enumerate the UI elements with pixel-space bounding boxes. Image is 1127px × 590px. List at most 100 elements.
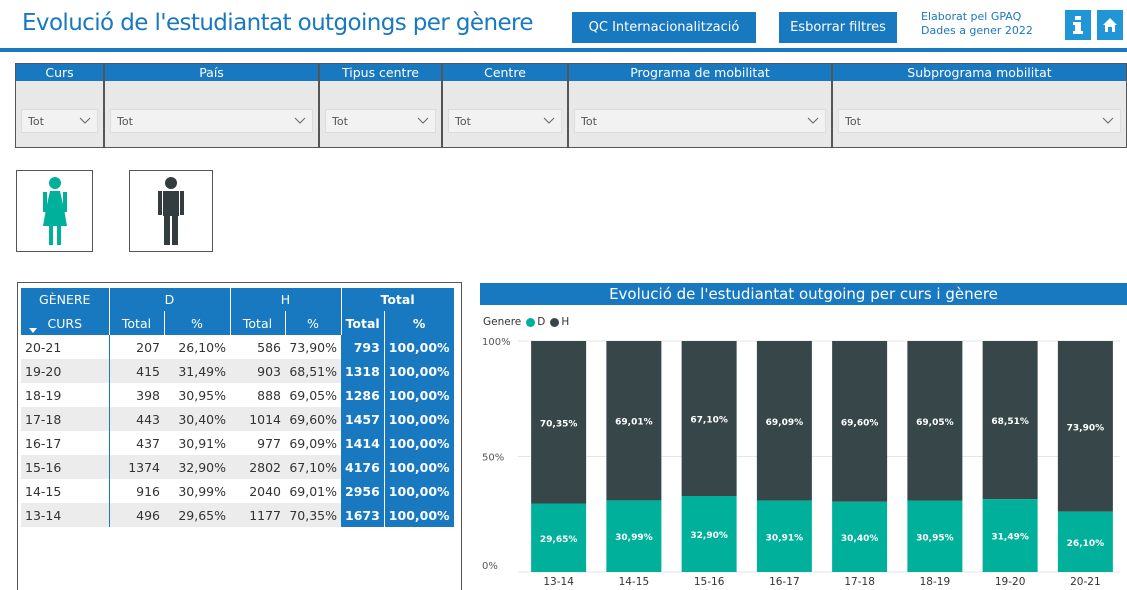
legend-label-d[interactable]: D <box>537 316 545 328</box>
filter-value: Tot <box>117 114 133 128</box>
filter-curs-dropdown[interactable]: Tot <box>21 109 98 133</box>
data-label-d: 30,95% <box>916 533 954 543</box>
female-filter-button[interactable] <box>16 170 93 252</box>
cell-d-pct: 30,95% <box>178 387 226 403</box>
header-d-total[interactable]: Total <box>109 311 165 335</box>
filter-centre: Centre Tot <box>442 63 568 148</box>
cell-d-total: 398 <box>136 387 160 403</box>
header-total[interactable]: Total <box>341 288 455 311</box>
header-total-total[interactable]: Total <box>341 311 385 335</box>
cell-d-pct: 32,90% <box>164 455 230 479</box>
cell-h-total: 1177 <box>230 503 285 527</box>
cell-d-pct: 30,40% <box>164 407 230 431</box>
cell-total: 2956 <box>341 479 385 503</box>
cell-d-pct: 31,49% <box>164 359 230 383</box>
info-line-author: Elaborat pel GPAQ <box>921 10 1022 23</box>
filter-value: Tot <box>28 114 44 128</box>
table-row[interactable]: 18-19 398 30,95% 888 69,05% 1286 100,00% <box>21 383 455 407</box>
filter-pais-dropdown[interactable]: Tot <box>110 109 313 133</box>
y-tick-label: 50% <box>482 453 504 464</box>
x-tick-label: 15-16 <box>694 576 725 588</box>
filter-programa-dropdown[interactable]: Tot <box>574 109 826 133</box>
clear-filters-button[interactable]: Esborrar filtres <box>779 12 897 43</box>
male-filter-button[interactable] <box>129 170 213 252</box>
table-row[interactable]: 15-16 1374 32,90% 2802 67,10% 4176 100,00% <box>21 455 455 479</box>
page-title: Evolució de l'estudiantat outgoings per … <box>22 10 534 36</box>
cell-curs: 14-15 <box>21 479 110 503</box>
x-tick-label: 16-17 <box>769 576 800 588</box>
filter-value: Tot <box>332 114 348 128</box>
filter-label: Programa de mobilitat <box>569 64 831 81</box>
table-row[interactable]: 13-14 496 29,65% 1177 70,35% 1673 100,00% <box>21 503 455 527</box>
cell-h-total: 586 <box>257 339 281 355</box>
table-row[interactable]: 19-20 415 31,49% 903 68,51% 1318 100,00% <box>21 359 455 383</box>
cell-d-total: 437 <box>136 435 160 451</box>
cell-total: 4176 <box>341 455 385 479</box>
filter-value: Tot <box>455 114 471 128</box>
header-d-pct[interactable]: % <box>164 311 231 335</box>
filter-pais: País Tot <box>104 63 319 148</box>
title-divider <box>0 48 1127 52</box>
filter-tipus-centre-dropdown[interactable]: Tot <box>325 109 436 133</box>
cell-total: 1286 <box>341 383 385 407</box>
table-row[interactable]: 14-15 916 30,99% 2040 69,01% 2956 100,00% <box>21 479 455 503</box>
cell-curs: 20-21 <box>21 335 110 359</box>
cell-h-total: 977 <box>257 435 281 451</box>
cell-h-total: 2040 <box>249 483 281 499</box>
header-h-total[interactable]: Total <box>230 311 286 335</box>
filter-centre-dropdown[interactable]: Tot <box>448 109 562 133</box>
cell-h-total: 888 <box>257 387 281 403</box>
cell-h-total: 2802 <box>230 455 285 479</box>
filter-value: Tot <box>845 114 861 128</box>
cell-d-total: 496 <box>109 503 164 527</box>
data-label-d: 29,65% <box>540 535 578 545</box>
cell-curs: 18-19 <box>21 383 110 407</box>
x-tick-label: 17-18 <box>844 576 875 588</box>
filter-curs: Curs Tot <box>15 63 104 148</box>
table-row[interactable]: 20-21 207 26,10% 586 73,90% 793 100,00% <box>21 335 455 359</box>
cell-h-pct: 73,90% <box>289 339 337 355</box>
legend-title: Genere <box>483 316 522 328</box>
filter-subprograma-dropdown[interactable]: Tot <box>838 109 1121 133</box>
chevron-down-icon <box>294 117 306 124</box>
cell-h-pct: 68,51% <box>285 359 341 383</box>
home-icon[interactable] <box>1097 10 1123 40</box>
header-h[interactable]: H <box>230 288 342 311</box>
cell-h-pct: 69,09% <box>289 435 337 451</box>
filter-value: Tot <box>581 114 597 128</box>
stacked-bar-chart: 100% 50% 0% 70,35% 29,65% 13-14 69,01% 30,99% 14… <box>482 337 1120 588</box>
y-tick-label: 0% <box>482 561 498 572</box>
cell-total-pct: 100,00% <box>384 479 455 503</box>
cell-curs: 16-17 <box>21 431 110 455</box>
header-total-pct[interactable]: % <box>384 311 455 335</box>
table-row[interactable]: 16-17 437 30,91% 977 69,09% 1414 100,00% <box>21 431 455 455</box>
header-d[interactable]: D <box>109 288 231 311</box>
x-tick-label: 18-19 <box>920 576 951 588</box>
cell-h-pct: 67,10% <box>285 455 341 479</box>
legend-label-h[interactable]: H <box>561 316 569 328</box>
table-row[interactable]: 17-18 443 30,40% 1014 69,60% 1457 100,00% <box>21 407 455 431</box>
cell-curs: 15-16 <box>21 455 110 479</box>
sort-down-icon <box>29 328 37 333</box>
chevron-down-icon <box>543 117 555 124</box>
female-icon <box>42 177 67 245</box>
header-h-pct[interactable]: % <box>285 311 342 335</box>
filter-programa-mobilitat: Programa de mobilitat Tot <box>568 63 832 148</box>
cell-d-total: 415 <box>109 359 164 383</box>
info-icon[interactable] <box>1065 10 1091 40</box>
x-tick-label: 19-20 <box>995 576 1026 588</box>
male-icon <box>158 177 184 245</box>
legend-dot-d <box>526 317 536 327</box>
header-curs[interactable]: CURS <box>21 311 110 335</box>
cell-h-total: 903 <box>230 359 285 383</box>
cell-d-pct: 26,10% <box>178 339 226 355</box>
legend-dot-h <box>550 317 560 327</box>
header-genere[interactable]: GÈNERE <box>21 288 110 311</box>
qc-internacionalitzacio-button[interactable]: QC Internacionalització <box>572 12 756 43</box>
data-label-h: 70,35% <box>540 419 578 429</box>
data-label-h: 73,90% <box>1067 423 1105 433</box>
cell-h-total: 1014 <box>230 407 285 431</box>
cell-total: 1414 <box>341 431 385 455</box>
filter-panel: Curs Tot País Tot Tipus centre Tot Centr… <box>15 63 1127 148</box>
cell-d-pct: 29,65% <box>164 503 230 527</box>
